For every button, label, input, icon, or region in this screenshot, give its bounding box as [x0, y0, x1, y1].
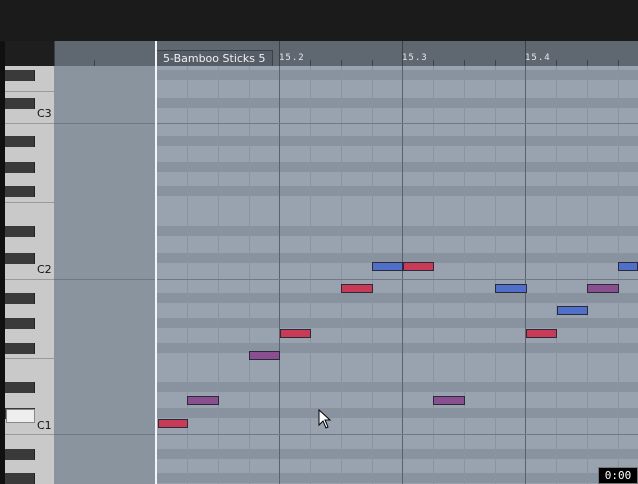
- octave-label-c1: C1: [37, 419, 52, 432]
- piano-black-key[interactable]: [5, 226, 35, 237]
- grid-beat-line: [279, 66, 280, 484]
- grid-subbeat-line: [372, 66, 373, 484]
- region-name-tab[interactable]: 5-Bamboo Sticks 5: [156, 50, 273, 66]
- mouse-pointer-icon: [318, 409, 332, 429]
- piano-black-key[interactable]: [5, 318, 35, 329]
- grid-subbeat-line: [556, 66, 557, 484]
- key-separator: [5, 279, 54, 280]
- grid-subbeat-line: [464, 66, 465, 484]
- piano-black-key[interactable]: [5, 473, 35, 484]
- time-display: 0:00: [598, 467, 638, 484]
- black-key-lane: [155, 136, 638, 146]
- piano-black-key[interactable]: [5, 382, 35, 393]
- piano-roll-grid[interactable]: [54, 66, 638, 484]
- black-key-lane: [155, 449, 638, 459]
- black-key-lane: [155, 162, 638, 172]
- black-key-lane: [155, 98, 638, 108]
- playhead-cursor[interactable]: [155, 41, 157, 484]
- piano-black-key[interactable]: [5, 70, 35, 81]
- grid-beat-line: [402, 66, 403, 484]
- octave-label-c2: C2: [37, 263, 52, 276]
- grid-subbeat-line: [587, 66, 588, 484]
- grid-beat-line: [525, 66, 526, 484]
- key-separator: [5, 123, 54, 124]
- midi-note[interactable]: [187, 396, 219, 405]
- midi-note[interactable]: [557, 306, 588, 315]
- midi-note[interactable]: [249, 351, 280, 360]
- grid-subbeat-line: [495, 66, 496, 484]
- key-separator: [5, 91, 54, 92]
- piano-black-key[interactable]: [5, 136, 35, 147]
- black-key-lane: [155, 293, 638, 303]
- piano-black-key[interactable]: [5, 449, 35, 460]
- black-key-lane: [155, 70, 638, 80]
- top-toolbar: [0, 0, 638, 41]
- pre-region-area: [54, 66, 155, 484]
- piano-black-key[interactable]: [5, 98, 35, 109]
- grid-subbeat-line: [310, 66, 311, 484]
- midi-note[interactable]: [280, 329, 311, 338]
- midi-note[interactable]: [403, 262, 434, 271]
- ruler-marker-15-4: 15.4: [525, 53, 551, 63]
- piano-black-key[interactable]: [5, 186, 35, 197]
- piano-keyboard[interactable]: C3 C2 C1: [5, 66, 54, 484]
- midi-note[interactable]: [341, 284, 373, 293]
- timeline-ruler[interactable]: 15.2 15.3 15.4: [54, 41, 638, 66]
- black-key-lane: [155, 473, 638, 483]
- key-separator: [5, 434, 54, 435]
- keyboard-header: [5, 41, 54, 66]
- midi-note[interactable]: [372, 262, 403, 271]
- piano-black-key[interactable]: [5, 253, 35, 264]
- midi-note[interactable]: [495, 284, 527, 293]
- piano-key-highlighted[interactable]: [6, 409, 35, 423]
- black-key-lane: [155, 343, 638, 353]
- black-key-lane: [155, 186, 638, 196]
- midi-note[interactable]: [158, 419, 188, 428]
- black-key-lane: [155, 408, 638, 418]
- grid-subbeat-line: [618, 66, 619, 484]
- grid-subbeat-line: [94, 66, 95, 484]
- grid-subbeat-line: [341, 66, 342, 484]
- key-separator: [5, 202, 54, 203]
- piano-black-key[interactable]: [5, 293, 35, 304]
- black-key-lane: [155, 382, 638, 392]
- midi-note[interactable]: [587, 284, 619, 293]
- grid-subbeat-line: [218, 66, 219, 484]
- piano-black-key[interactable]: [5, 162, 35, 173]
- ruler-tick: [54, 41, 55, 66]
- grid-subbeat-line: [249, 66, 250, 484]
- octave-line: [54, 434, 638, 435]
- key-separator: [5, 358, 54, 359]
- octave-line: [54, 123, 638, 124]
- octave-label-c3: C3: [37, 107, 52, 120]
- grid-subbeat-line: [433, 66, 434, 484]
- midi-note[interactable]: [433, 396, 465, 405]
- midi-note[interactable]: [526, 329, 557, 338]
- ruler-marker-15-3: 15.3: [402, 53, 428, 63]
- black-key-lane: [155, 226, 638, 236]
- piano-black-key[interactable]: [5, 343, 35, 354]
- black-key-lane: [155, 318, 638, 328]
- midi-note[interactable]: [618, 262, 638, 271]
- ruler-marker-15-2: 15.2: [279, 53, 305, 63]
- octave-line: [54, 279, 638, 280]
